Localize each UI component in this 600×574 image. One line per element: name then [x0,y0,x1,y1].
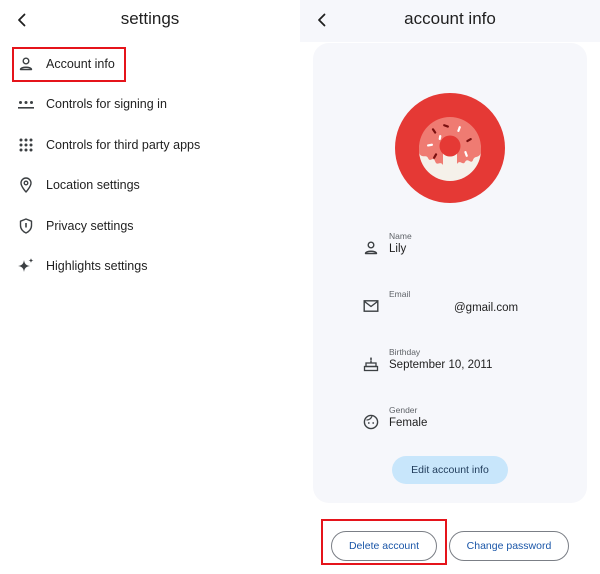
menu-item-label: Highlights settings [46,259,148,273]
menu-item-label: Location settings [46,178,140,192]
account-info-screen: account info Name Lily Email @gmail.com … [300,0,600,574]
name-label: Name [389,231,412,241]
menu-item-privacy-settings[interactable]: Privacy settings [14,210,134,242]
account-info-card: Name Lily Email @gmail.com Birthday Sept… [313,43,587,503]
menu-item-location-settings[interactable]: Location settings [14,169,140,201]
avatar[interactable] [395,93,505,203]
birthday-label: Birthday [389,347,421,357]
apps-grid-icon [14,133,38,157]
page-title: account info [404,9,496,28]
change-password-button[interactable]: Change password [449,531,569,561]
highlight-box-delete-account [321,519,447,565]
menu-item-label: Privacy settings [46,219,134,233]
email-label: Email [389,289,411,299]
account-info-header: account info [300,0,600,42]
menu-item-label: Controls for third party apps [46,138,201,152]
edit-account-info-button[interactable]: Edit account info [392,456,508,484]
person-icon [360,237,382,259]
menu-item-third-party-apps[interactable]: Controls for third party apps [14,129,200,161]
gender-value: Female [389,417,428,429]
cake-icon [360,353,382,375]
name-value: Lily [389,243,407,255]
email-value: @gmail.com [454,302,519,314]
settings-header: settings [0,0,300,40]
birthday-field: Birthday September 10, 2011 [360,347,560,387]
gender-field: Gender Female [360,405,560,445]
mail-icon [360,295,382,317]
name-field: Name Lily [360,231,560,271]
email-field: Email @gmail.com [360,289,560,329]
donut-avatar-icon [395,93,505,203]
menu-item-signing-in[interactable]: Controls for signing in [14,88,167,120]
highlight-box-account-info [12,47,126,82]
location-pin-icon [14,173,38,197]
settings-screen: settings Account info Controls for signi… [0,0,300,574]
page-title: settings [120,9,180,28]
gender-label: Gender [389,405,418,415]
password-dots-icon [14,92,38,116]
menu-item-highlights-settings[interactable]: Highlights settings [14,250,147,282]
sparkle-icon [14,254,38,278]
birthday-value: September 10, 2011 [389,359,493,371]
face-icon [360,411,382,433]
menu-item-label: Controls for signing in [46,97,167,111]
shield-icon [14,214,38,238]
